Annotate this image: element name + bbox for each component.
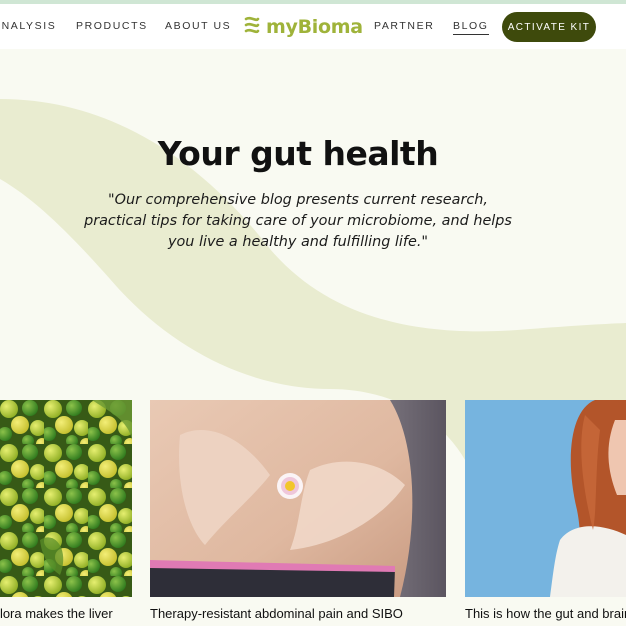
article-title[interactable]: This is how the gut and brain bbox=[465, 606, 626, 621]
nav-link-products[interactable]: PRODUCTS bbox=[76, 20, 148, 32]
article-title[interactable]: Flora makes the liver bbox=[0, 606, 113, 621]
nav-link-analysis[interactable]: ANALYSIS bbox=[0, 20, 56, 32]
nav-link-about-us[interactable]: ABOUT US bbox=[165, 20, 231, 32]
article-image-woman[interactable] bbox=[465, 400, 626, 597]
article-image-limes[interactable] bbox=[0, 400, 132, 597]
mybioma-logo[interactable]: myBioma bbox=[243, 13, 363, 41]
activate-kit-button[interactable]: ACTIVATE KIT bbox=[502, 12, 596, 42]
logo-icon bbox=[243, 14, 261, 40]
top-navigation: ANALYSIS PRODUCTS ABOUT US myBioma PARTN… bbox=[0, 4, 626, 49]
nav-link-blog[interactable]: BLOG bbox=[453, 20, 489, 35]
logo-text: myBioma bbox=[266, 16, 363, 38]
nav-link-partner[interactable]: PARTNER bbox=[374, 20, 434, 32]
article-title[interactable]: Therapy-resistant abdominal pain and SIB… bbox=[150, 606, 403, 621]
article-image-belly[interactable] bbox=[150, 400, 446, 597]
page-title: Your gut health bbox=[157, 134, 439, 173]
page-intro: "Our comprehensive blog presents current… bbox=[84, 192, 512, 250]
